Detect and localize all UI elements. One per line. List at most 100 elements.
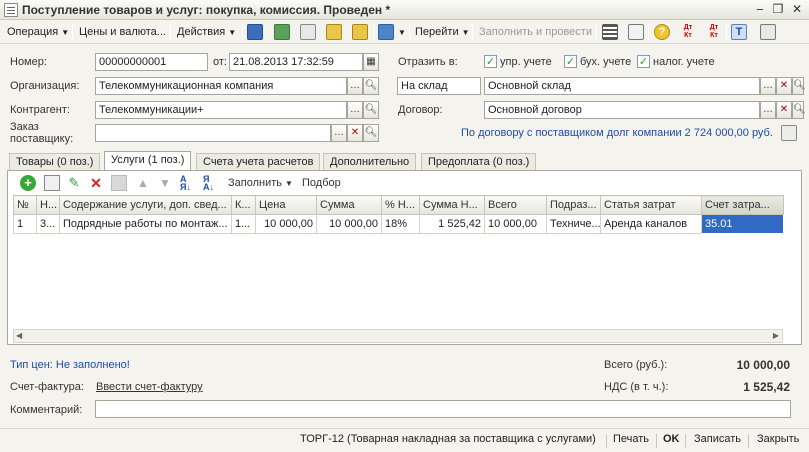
table-cell[interactable]: Аренда каналов	[600, 214, 702, 234]
based-on-dropdown[interactable]: ▼	[392, 23, 409, 41]
end-edit-icon[interactable]	[111, 175, 127, 191]
save-button[interactable]: Записать	[694, 433, 741, 445]
torg12-print-button[interactable]: ТОРГ-12 (Товарная накладная за поставщик…	[300, 433, 596, 445]
operation-menu-button[interactable]: Операция ▼	[4, 23, 72, 41]
table-cell[interactable]: 10 000,00	[484, 214, 547, 234]
column-header[interactable]: Содержание услуги, доп. свед...	[59, 195, 232, 215]
tab-services[interactable]: Услуги (1 поз.)	[104, 151, 192, 171]
column-header[interactable]: №	[13, 195, 37, 215]
debit-credit-icon[interactable]: Дт Кт	[680, 24, 696, 40]
table-cell[interactable]: 3...	[36, 214, 60, 234]
fill-and-post-button[interactable]: Заполнить и провести	[476, 23, 595, 41]
scroll-left-icon[interactable]: ◀	[16, 331, 22, 340]
contractor-field[interactable]: Телекоммуникации+	[95, 101, 347, 119]
unpost-document-icon[interactable]	[352, 24, 368, 40]
tab-additional[interactable]: Дополнительно	[323, 153, 417, 170]
column-header[interactable]: Подраз...	[546, 195, 601, 215]
table-cell[interactable]: 18%	[381, 214, 420, 234]
minimize-icon[interactable]: ‒	[752, 2, 768, 17]
copy-row-icon[interactable]	[44, 175, 60, 191]
table-cell[interactable]: 1	[13, 214, 37, 234]
list-icon[interactable]	[602, 24, 618, 40]
warehouse-clear-icon[interactable]: ✕	[776, 77, 792, 95]
post-and-close-icon[interactable]	[247, 24, 263, 40]
table-cell[interactable]: 10 000,00	[255, 214, 317, 234]
add-row-icon[interactable]: +	[20, 175, 36, 191]
goto-menu-button[interactable]: Перейти ▼	[412, 23, 473, 41]
table-row[interactable]: 1 3... Подрядные работы по монтаж... 1..…	[13, 214, 784, 234]
table-cell-selected[interactable]: 35.01	[701, 214, 784, 234]
column-header[interactable]: К...	[231, 195, 256, 215]
pick-button[interactable]: Подбор	[302, 177, 341, 189]
enter-invoice-link[interactable]: Ввести счет-фактуру	[96, 381, 203, 393]
fill-menu-button[interactable]: Заполнить ▼	[228, 177, 293, 189]
column-header[interactable]: Счет затра...	[701, 195, 784, 215]
tax-debit-credit-icon[interactable]: Дт Кт	[706, 24, 722, 40]
contract-select-button[interactable]: …	[760, 101, 776, 119]
column-header[interactable]: Сумма Н...	[419, 195, 485, 215]
number-field[interactable]: 00000000001	[95, 53, 208, 71]
close-icon[interactable]: ✕	[789, 2, 805, 17]
contractor-open-icon[interactable]: 🔍︎	[363, 101, 379, 119]
warehouse-select-button[interactable]: …	[760, 77, 776, 95]
copy-document-icon[interactable]	[300, 24, 316, 40]
actions-menu-button[interactable]: Действия ▼	[174, 23, 239, 41]
table-cell[interactable]: 1 525,42	[419, 214, 485, 234]
move-down-icon[interactable]: ▼	[157, 175, 173, 191]
supplier-order-field[interactable]	[95, 124, 331, 142]
tab-goods[interactable]: Товары (0 поз.)	[9, 153, 101, 170]
price-type-link[interactable]: Тип цен: Не заполнено!	[10, 359, 130, 371]
organization-select-button[interactable]: …	[347, 77, 363, 95]
column-header[interactable]: % Н...	[381, 195, 420, 215]
table-cell[interactable]: Подрядные работы по монтаж...	[59, 214, 232, 234]
contract-open-icon[interactable]: 🔍︎	[792, 101, 806, 119]
table-cell[interactable]: Техниче...	[546, 214, 601, 234]
table-cell[interactable]: 1...	[231, 214, 256, 234]
date-field[interactable]: 21.08.2013 17:32:59	[229, 53, 363, 71]
column-header[interactable]: Сумма	[316, 195, 382, 215]
order-select-button[interactable]: …	[331, 124, 347, 142]
help-icon[interactable]: ?	[654, 24, 670, 40]
close-button[interactable]: Закрыть	[757, 433, 799, 445]
column-header[interactable]: Н...	[36, 195, 60, 215]
print-button[interactable]: Печать	[613, 433, 649, 445]
tax-checkbox[interactable]: ✓	[637, 55, 650, 68]
sort-desc-icon[interactable]: Я А↓	[203, 175, 219, 192]
restore-icon[interactable]: ❐	[770, 2, 786, 17]
comment-field[interactable]	[95, 400, 791, 418]
order-open-icon[interactable]: 🔍︎	[363, 124, 379, 142]
upr-checkbox[interactable]: ✓	[484, 55, 497, 68]
tab-prepayment[interactable]: Предоплата (0 поз.)	[421, 153, 537, 170]
scroll-right-icon[interactable]: ▶	[773, 331, 779, 340]
table-cell[interactable]: 10 000,00	[316, 214, 382, 234]
column-header[interactable]: Статья затрат	[600, 195, 702, 215]
column-header[interactable]: Всего	[484, 195, 547, 215]
move-up-icon[interactable]: ▲	[135, 175, 151, 191]
calendar-icon[interactable]: ▦	[363, 53, 379, 71]
order-clear-icon[interactable]: ✕	[347, 124, 363, 142]
debt-link[interactable]: По договору с поставщиком долг компании …	[461, 127, 773, 139]
buh-checkbox[interactable]: ✓	[564, 55, 577, 68]
tab-settlement-accounts[interactable]: Счета учета расчетов	[196, 153, 321, 170]
ok-button[interactable]: OK	[663, 433, 680, 445]
horizontal-scrollbar[interactable]: ◀ ▶	[13, 329, 783, 343]
warehouse-type-field[interactable]: На склад	[397, 77, 481, 95]
contract-clear-icon[interactable]: ✕	[776, 101, 792, 119]
delete-row-icon[interactable]: ✕	[88, 175, 104, 191]
warehouse-open-icon[interactable]: 🔍︎	[792, 77, 806, 95]
column-header[interactable]: Цена	[255, 195, 317, 215]
text-structure-icon[interactable]: T	[731, 24, 747, 40]
contractor-select-button[interactable]: …	[347, 101, 363, 119]
organization-field[interactable]: Телекоммуникационная компания	[95, 77, 347, 95]
contract-field[interactable]: Основной договор	[484, 101, 760, 119]
structure-icon[interactable]	[628, 24, 644, 40]
sort-asc-icon[interactable]: А Я↓	[180, 175, 196, 192]
post-document-icon[interactable]	[326, 24, 342, 40]
edit-row-icon[interactable]: ✎	[66, 175, 82, 191]
settings-icon[interactable]	[760, 24, 776, 40]
refresh-icon[interactable]	[274, 24, 290, 40]
warehouse-field[interactable]: Основной склад	[484, 77, 760, 95]
debt-details-icon[interactable]	[781, 125, 797, 141]
prices-currency-button[interactable]: Цены и валюта...	[76, 23, 169, 41]
organization-open-icon[interactable]: 🔍︎	[363, 77, 379, 95]
